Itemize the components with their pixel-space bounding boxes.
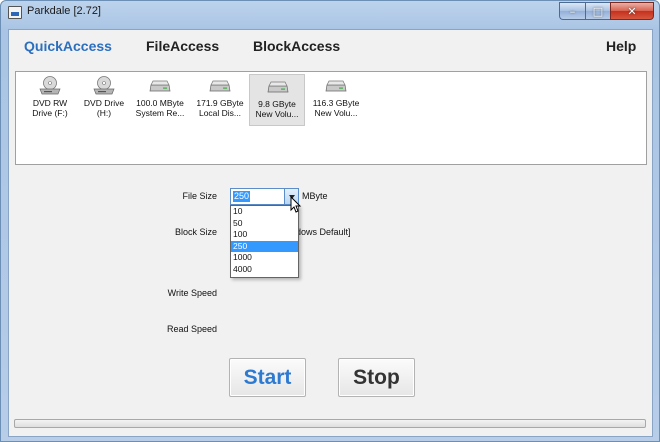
close-icon: ✕: [627, 4, 637, 18]
write-speed-label: Write Speed: [167, 288, 217, 298]
menu-quickaccess[interactable]: QuickAccess: [24, 38, 112, 54]
menu-fileaccess[interactable]: FileAccess: [146, 38, 219, 54]
dropdown-option[interactable]: 10: [231, 206, 298, 218]
file-size-value: 250: [233, 191, 251, 202]
drive-label-line2: System Re...: [135, 108, 185, 118]
client-area: QuickAccess FileAccess BlockAccess Help …: [8, 29, 653, 437]
start-button[interactable]: Start: [229, 358, 306, 397]
caption-buttons: – □ ✕: [559, 2, 654, 21]
app-window: Parkdale [2.72] – □ ✕ QuickAccess FileAc…: [0, 0, 660, 442]
file-size-combo[interactable]: 250: [230, 188, 299, 205]
block-size-label: Block Size: [174, 227, 217, 237]
drive-label-line1: DVD Drive: [83, 98, 125, 108]
drive-label-line1: 100.0 MByte: [136, 98, 184, 108]
drive-list: DVD RW Drive (F:) DVD Drive (H:) 100.0 M…: [15, 71, 647, 165]
drive-label-line2: Local Dis...: [198, 108, 242, 118]
optical-drive-icon: [93, 76, 115, 95]
drive-label-line2: New Volu...: [255, 109, 299, 119]
close-button[interactable]: ✕: [610, 2, 654, 20]
file-size-label: File Size: [182, 191, 217, 201]
drive-label-line1: 9.8 GByte: [258, 99, 296, 109]
drive-item[interactable]: 100.0 MByte System Re...: [132, 74, 188, 126]
dropdown-option-selected[interactable]: 250: [231, 240, 298, 252]
hard-drive-icon: [209, 80, 231, 92]
drive-label-line1: 171.9 GByte: [196, 98, 244, 108]
app-icon: [8, 6, 22, 19]
drive-item[interactable]: 171.9 GByte Local Dis...: [192, 74, 248, 126]
dropdown-option[interactable]: 4000: [231, 264, 298, 276]
mouse-cursor-icon: [290, 196, 302, 213]
stop-button[interactable]: Stop: [338, 358, 415, 397]
drive-label-line1: 116.3 GByte: [312, 98, 360, 108]
file-size-dropdown: 10 50 100 250 1000 4000: [230, 205, 299, 278]
maximize-button[interactable]: □: [585, 2, 610, 20]
drive-item[interactable]: 116.3 GByte New Volu...: [308, 74, 364, 126]
drive-label-line2: (H:): [96, 108, 112, 118]
maximize-icon: □: [592, 4, 604, 18]
drive-item[interactable]: DVD RW Drive (F:): [22, 74, 78, 126]
drive-label-line1: DVD RW: [32, 98, 68, 108]
menu-help[interactable]: Help: [606, 38, 636, 54]
optical-drive-icon: [39, 76, 61, 95]
drive-label-line2: Drive (F:): [32, 108, 68, 118]
hard-drive-icon: [149, 80, 171, 92]
read-speed-label: Read Speed: [166, 324, 217, 334]
dropdown-option[interactable]: 100: [231, 229, 298, 241]
menu-bar: QuickAccess FileAccess BlockAccess Help: [9, 30, 652, 64]
block-size-value[interactable]: dows Default]: [296, 227, 351, 237]
minimize-icon: –: [569, 4, 576, 18]
progress-bar: [14, 419, 646, 428]
menu-blockaccess[interactable]: BlockAccess: [253, 38, 340, 54]
drive-label-line2: New Volu...: [314, 108, 358, 118]
dropdown-option[interactable]: 50: [231, 218, 298, 230]
minimize-button[interactable]: –: [559, 2, 585, 20]
hard-drive-icon: [325, 80, 347, 92]
file-size-unit: MByte: [302, 191, 328, 201]
drive-item-selected[interactable]: 9.8 GByte New Volu...: [249, 74, 305, 126]
drive-item[interactable]: DVD Drive (H:): [76, 74, 132, 126]
title-bar[interactable]: Parkdale [2.72] – □ ✕: [1, 1, 659, 25]
dropdown-option[interactable]: 1000: [231, 252, 298, 264]
window-title: Parkdale [2.72]: [27, 5, 101, 17]
hard-drive-icon: [267, 81, 289, 93]
